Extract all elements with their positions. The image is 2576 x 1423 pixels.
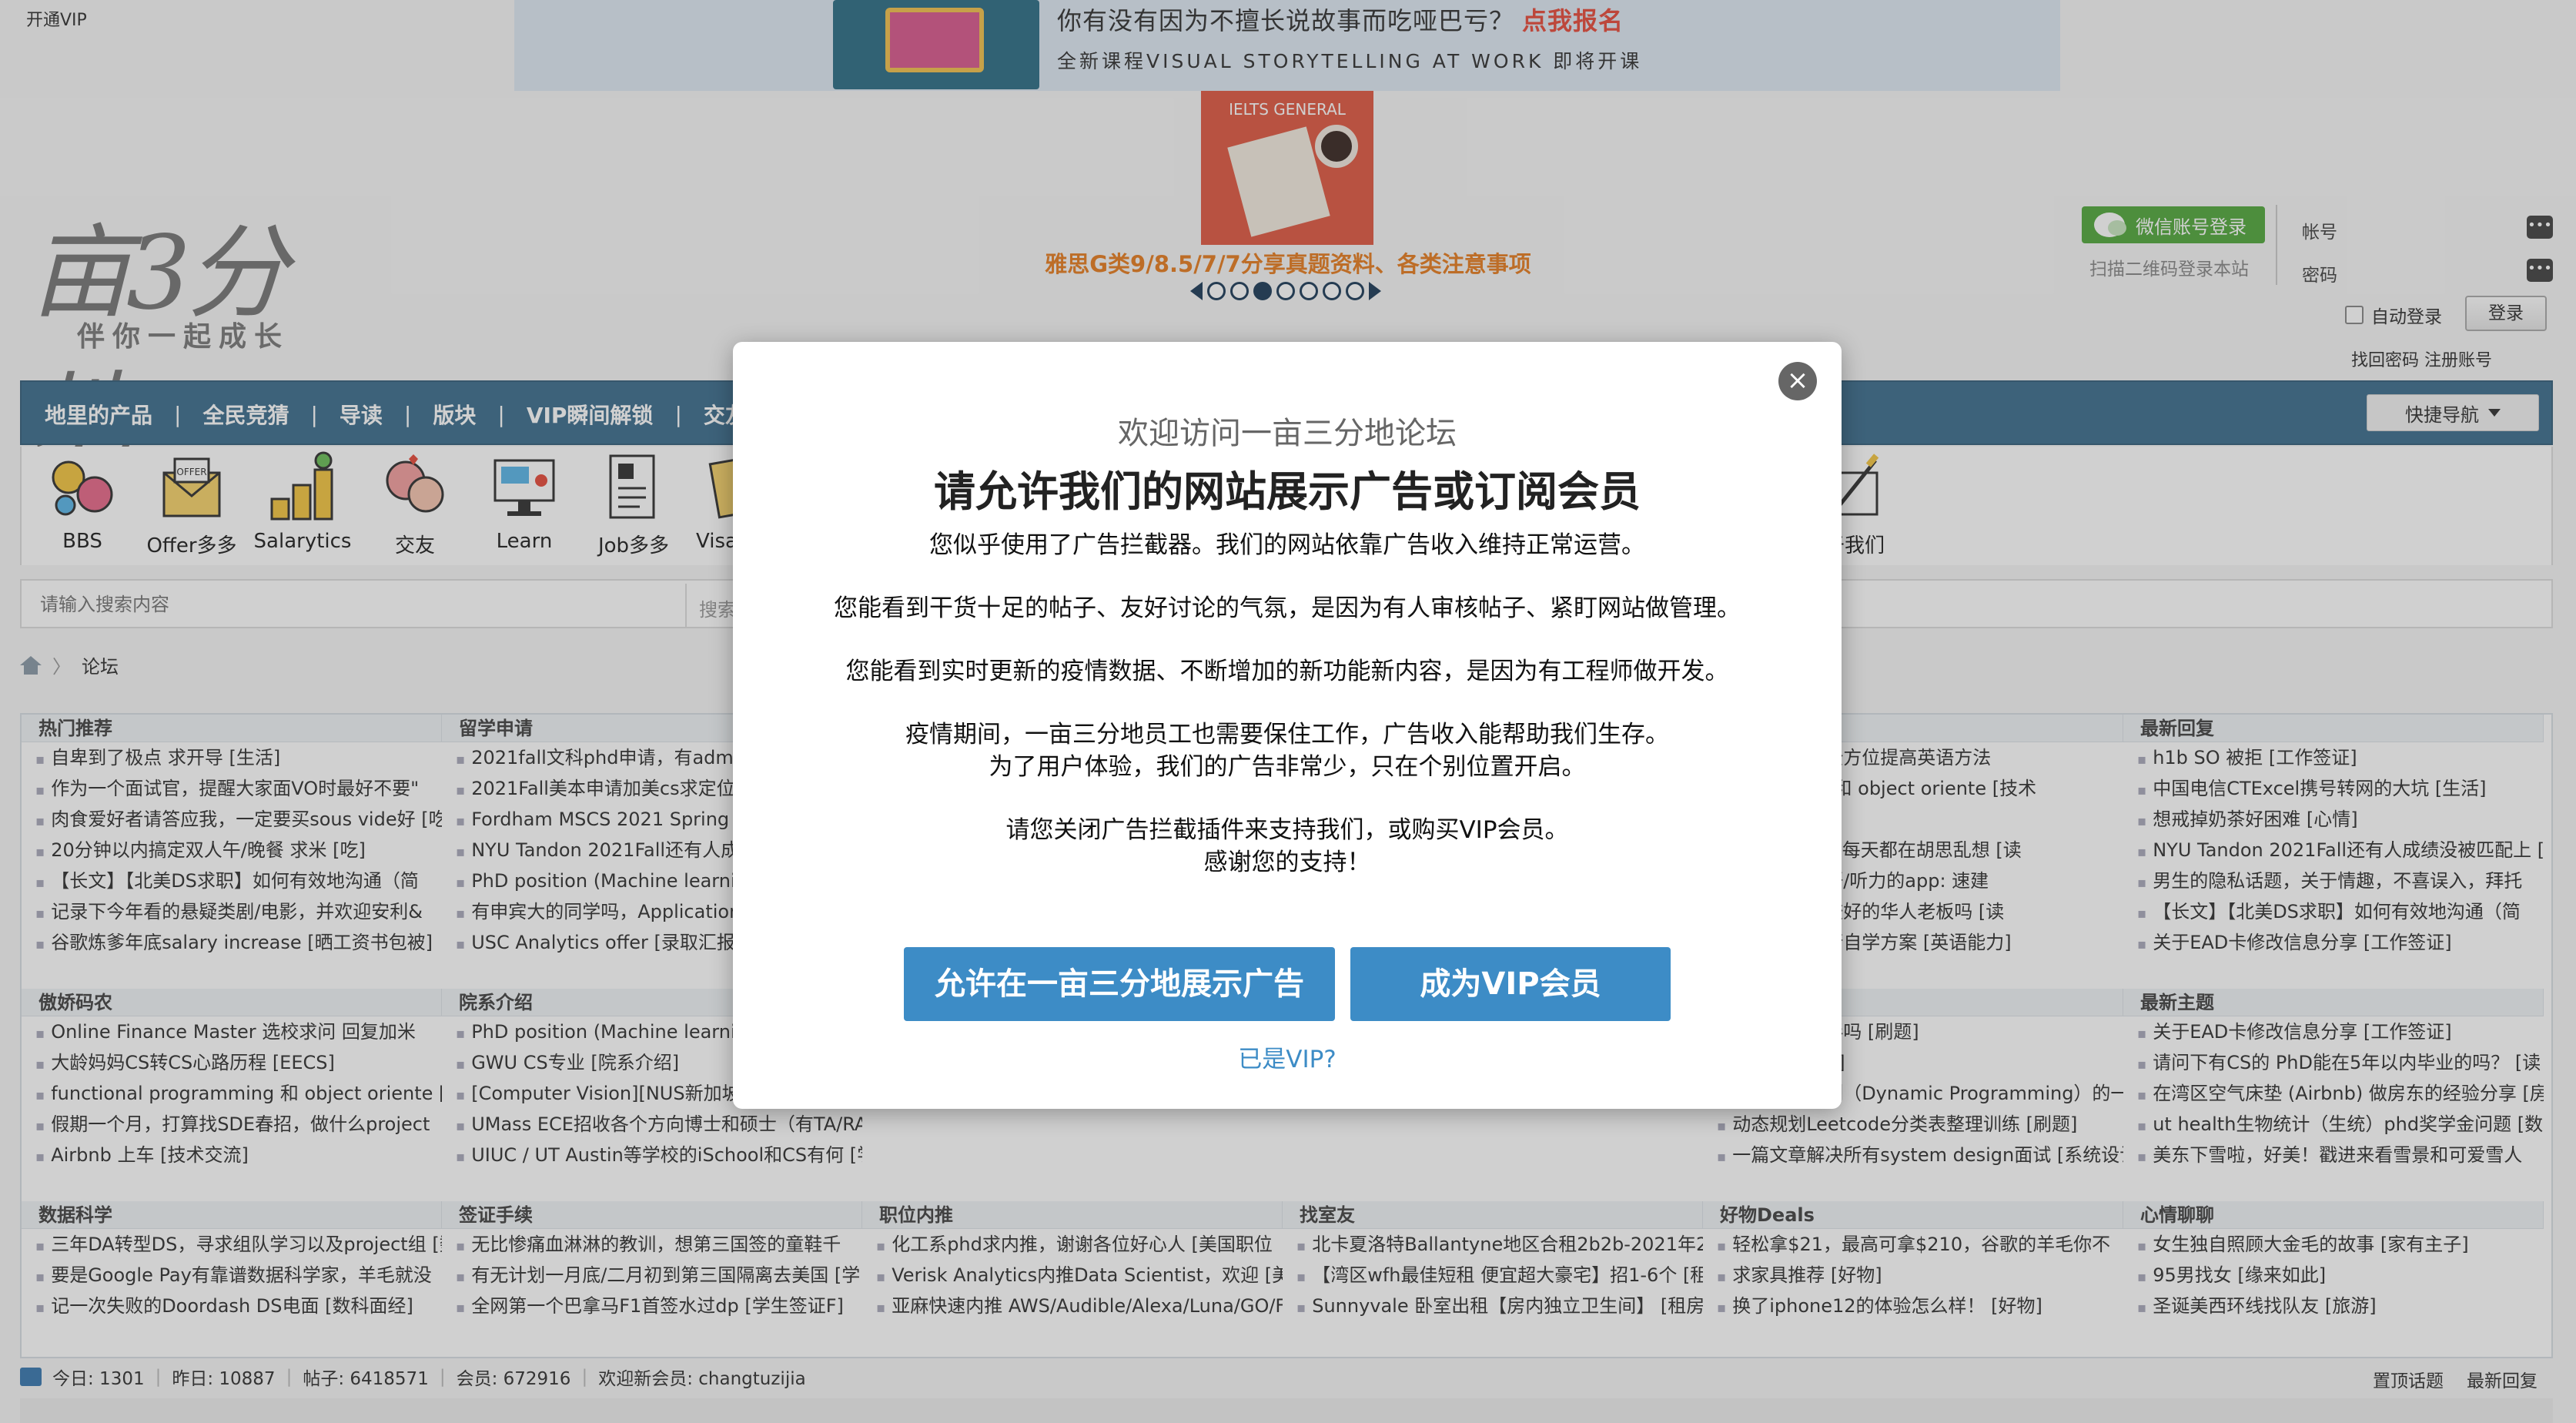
modal-paragraph: 您似乎使用了广告拦截器。我们的网站依靠广告收入维持正常运营。 xyxy=(929,531,1645,559)
already-vip-link[interactable]: 已是VIP? xyxy=(733,1040,1842,1074)
modal-paragraph: 您能看到实时更新的疫情数据、不断增加的新功能新内容，是因为有工程师做开发。 xyxy=(845,658,1729,685)
become-vip-button[interactable]: 成为VIP会员 xyxy=(1350,947,1671,1021)
allow-ads-button[interactable]: 允许在一亩三分地展示广告 xyxy=(904,947,1335,1021)
modal-paragraph: 请您关闭广告拦截插件来支持我们，或购买VIP会员。 xyxy=(1005,816,1569,844)
modal-paragraph: 疫情期间，一亩三分地员工也需要保住工作，广告收入能帮助我们生存。 xyxy=(905,721,1669,748)
adblock-modal: × 欢迎访问一亩三分地论坛 请允许我们的网站展示广告或订阅会员 您似乎使用了广告… xyxy=(733,342,1842,1109)
page: 开通VIP 你有没有因为不擅长说故事而吃哑巴亏？ 点我报名 全新课程VISUAL … xyxy=(0,0,2576,1423)
close-icon[interactable]: × xyxy=(1778,362,1817,400)
modal-subtitle: 欢迎访问一亩三分地论坛 xyxy=(1118,416,1457,451)
modal-paragraph: 您能看到干货十足的帖子、友好讨论的气氛，是因为有人审核帖子、紧盯网站做管理。 xyxy=(834,594,1741,622)
modal-paragraph: 感谢您的支持！ xyxy=(1203,849,1371,876)
modal-paragraph: 为了用户体验，我们的广告非常少，只在个别位置开启。 xyxy=(989,753,1586,781)
modal-title: 请允许我们的网站展示广告或订阅会员 xyxy=(934,467,1641,516)
